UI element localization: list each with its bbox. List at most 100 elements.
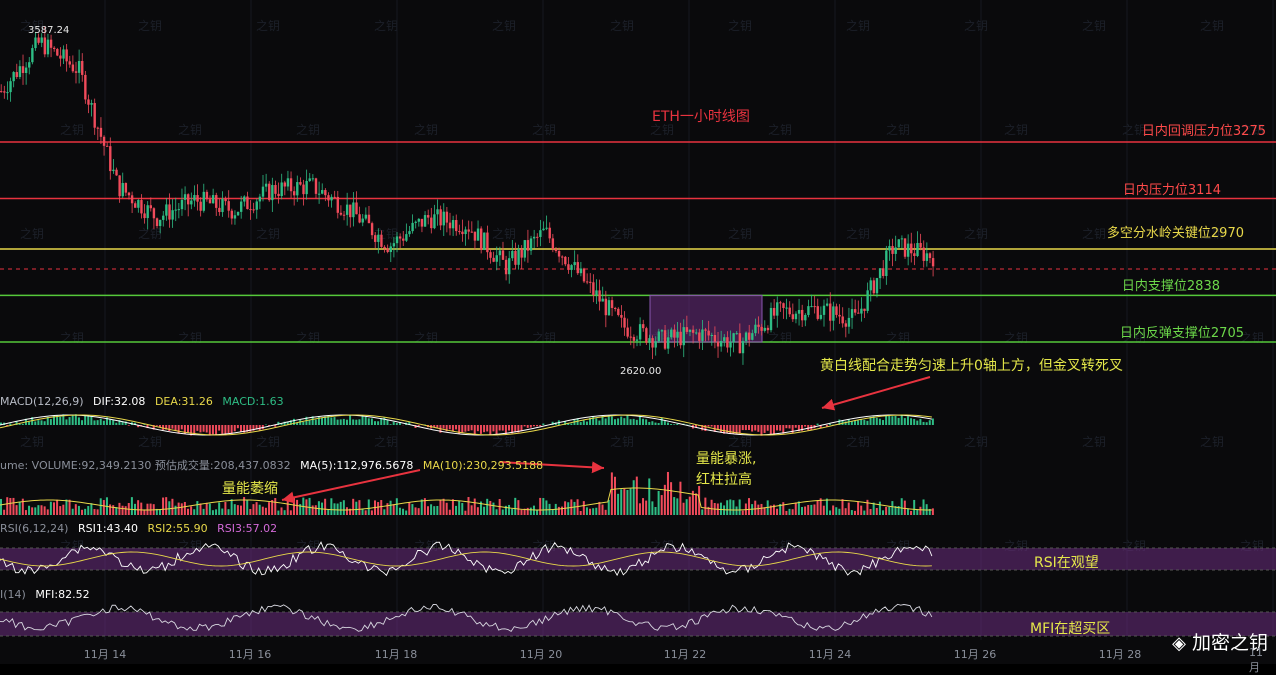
volume-bar bbox=[567, 502, 569, 515]
macd-bar bbox=[901, 414, 903, 425]
price-candle bbox=[143, 213, 145, 218]
volume-bar bbox=[343, 500, 345, 515]
price-candle bbox=[343, 215, 345, 216]
x-tick-label: 11月 22 bbox=[664, 646, 707, 662]
volume-bar bbox=[62, 505, 64, 515]
watermark-text: 之钥 bbox=[20, 435, 44, 449]
price-candle bbox=[358, 214, 360, 222]
price-candle bbox=[898, 239, 900, 247]
volume-bar bbox=[309, 498, 311, 515]
watermark-text: 之钥 bbox=[1004, 123, 1028, 137]
price-candle bbox=[717, 342, 719, 347]
price-candle bbox=[128, 193, 130, 196]
volume-bar bbox=[832, 505, 834, 515]
price-candle bbox=[181, 200, 183, 209]
volume-ma5: MA(5):112,976.5678 bbox=[300, 459, 413, 472]
level-label-2970: 多空分水岭关键位2970 bbox=[1107, 222, 1244, 241]
volume-bar bbox=[586, 507, 588, 515]
volume-bar bbox=[84, 509, 86, 515]
price-candle bbox=[471, 232, 473, 233]
price-candle bbox=[44, 37, 46, 54]
volume-bar bbox=[845, 508, 847, 515]
macd-bar bbox=[492, 425, 494, 431]
price-candle bbox=[870, 280, 872, 290]
watermark-text: 之钥 bbox=[492, 19, 516, 33]
volume-bar bbox=[792, 509, 794, 515]
volume-bar bbox=[427, 506, 429, 515]
macd-bar bbox=[514, 425, 516, 432]
price-candle bbox=[798, 310, 800, 314]
macd-bar bbox=[368, 418, 370, 425]
macd-bar bbox=[804, 425, 806, 427]
price-candle bbox=[801, 310, 803, 320]
price-candle bbox=[318, 194, 320, 195]
price-candle bbox=[524, 240, 526, 258]
price-candle bbox=[112, 170, 114, 171]
watermark-text: 之钥 bbox=[886, 123, 910, 137]
macd-bar bbox=[757, 425, 759, 432]
volume-bar bbox=[221, 509, 223, 515]
volume-bar bbox=[826, 499, 828, 515]
price-candle bbox=[789, 308, 791, 315]
macd-bar bbox=[90, 416, 92, 425]
volume-bar bbox=[757, 505, 759, 515]
price-candle bbox=[430, 218, 432, 229]
price-candle bbox=[542, 229, 544, 230]
volume-bar bbox=[56, 500, 58, 515]
price-candle bbox=[605, 299, 607, 316]
macd-bar bbox=[209, 425, 211, 436]
price-candle bbox=[249, 209, 251, 210]
volume-bar bbox=[37, 505, 39, 515]
volume-bar bbox=[732, 500, 734, 515]
price-candle bbox=[785, 308, 787, 309]
price-candle bbox=[592, 282, 594, 295]
price-candle bbox=[187, 194, 189, 204]
x-tick-label: 11月 20 bbox=[520, 646, 563, 662]
macd-bar bbox=[81, 420, 83, 425]
volume-bar bbox=[455, 506, 457, 515]
volume-bar bbox=[520, 510, 522, 515]
price-candle bbox=[489, 252, 491, 258]
x-tick-label: 11月 26 bbox=[954, 646, 997, 662]
macd-bar bbox=[760, 425, 762, 436]
price-candle bbox=[34, 38, 36, 49]
macd-bar bbox=[480, 425, 482, 434]
macd-bar bbox=[527, 425, 529, 428]
price-candle bbox=[365, 215, 367, 219]
macd-bar bbox=[78, 417, 80, 425]
watermark-text: 之钥 bbox=[886, 331, 910, 345]
price-candle bbox=[396, 236, 398, 243]
macd-bar bbox=[642, 419, 644, 425]
price-candle bbox=[215, 195, 217, 208]
volume-bar bbox=[312, 505, 314, 515]
price-candle bbox=[115, 170, 117, 176]
volume-bar bbox=[28, 506, 30, 515]
volume-bar bbox=[131, 497, 133, 515]
macd-bar bbox=[477, 425, 479, 431]
macd-bar bbox=[645, 419, 647, 425]
price-candle bbox=[237, 212, 239, 215]
volume-bar bbox=[443, 499, 445, 515]
rsi-1: RSI1:43.40 bbox=[78, 522, 138, 535]
watermark-text: 之钥 bbox=[1082, 435, 1106, 449]
macd-bar bbox=[570, 423, 572, 425]
price-candle bbox=[346, 205, 348, 215]
price-candle bbox=[87, 99, 89, 104]
price-candle bbox=[879, 268, 881, 278]
price-candle bbox=[658, 331, 660, 341]
price-candle bbox=[287, 178, 289, 186]
volume-bar bbox=[377, 502, 379, 515]
watermark-text: 之钥 bbox=[964, 435, 988, 449]
price-candle bbox=[118, 175, 120, 196]
volume-bar bbox=[558, 507, 560, 515]
watermark-text: 之钥 bbox=[728, 227, 752, 241]
volume-bar bbox=[483, 507, 485, 515]
volume-bar bbox=[595, 508, 597, 515]
volume-label: ume: VOLUME:92,349.2130 预估成交量:208,437.08… bbox=[0, 459, 291, 472]
watermark-text: 之钥 bbox=[610, 435, 634, 449]
price-candle bbox=[159, 220, 161, 226]
price-candle bbox=[873, 280, 875, 293]
volume-bar bbox=[206, 503, 208, 515]
macd-bar bbox=[65, 419, 67, 425]
price-candle bbox=[131, 195, 133, 203]
